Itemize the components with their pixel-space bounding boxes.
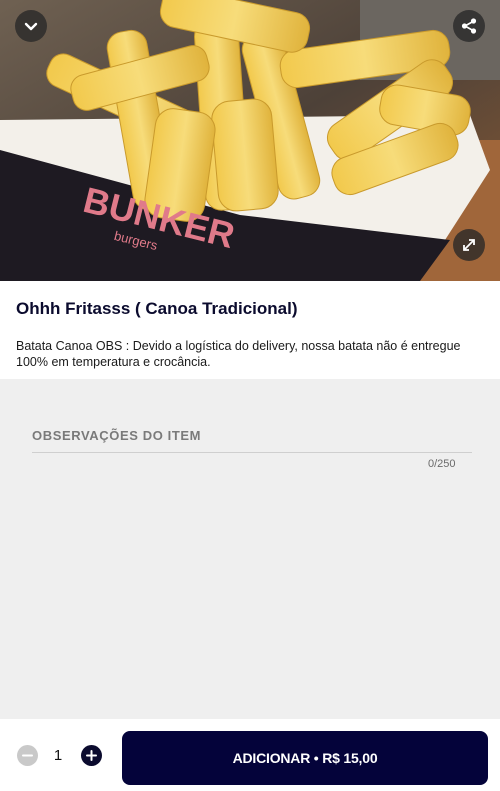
quantity-value: 1 [53, 747, 63, 764]
fries-photo: BUNKER burgers [0, 0, 500, 281]
expand-image-button[interactable] [453, 229, 485, 261]
add-to-cart-button[interactable]: ADICIONAR • R$ 15,00 [122, 731, 488, 785]
increase-quantity-button[interactable] [81, 745, 102, 766]
observations-counter: 0/250 [428, 458, 456, 470]
minus-icon [22, 754, 33, 757]
chevron-down-icon [24, 22, 38, 31]
footer-bar: 1 ADICIONAR • R$ 15,00 [0, 719, 500, 791]
expand-icon [463, 239, 475, 251]
decrease-quantity-button[interactable] [17, 745, 38, 766]
share-button[interactable] [453, 10, 485, 42]
observations-input[interactable] [32, 422, 472, 453]
share-icon [461, 18, 477, 34]
product-info: Ohhh Fritasss ( Canoa Tradicional) Batat… [0, 281, 500, 379]
collapse-button[interactable] [15, 10, 47, 42]
product-title: Ohhh Fritasss ( Canoa Tradicional) [16, 299, 298, 318]
product-description: Batata Canoa OBS : Devido a logística do… [16, 339, 461, 369]
plus-icon [86, 750, 97, 761]
product-image: BUNKER burgers [0, 0, 500, 281]
